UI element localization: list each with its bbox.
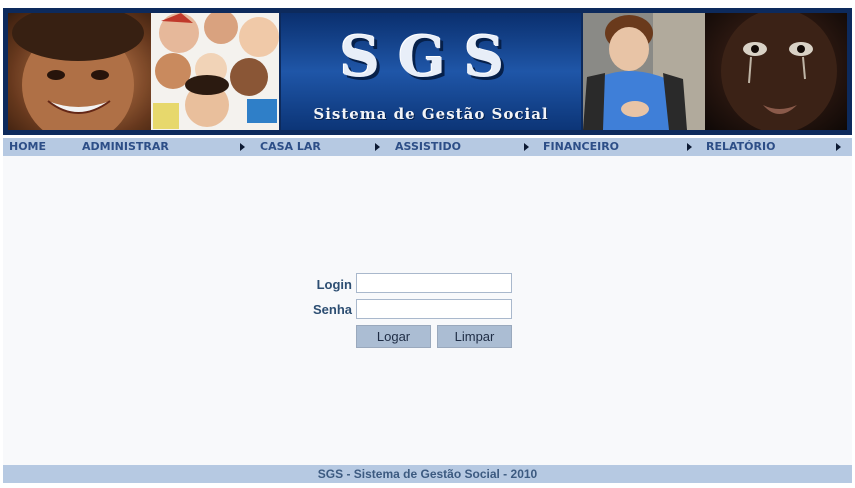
- menu-item-relatorio[interactable]: RELATÓRIO: [706, 138, 775, 156]
- photo-boy-with-backpack: [583, 13, 705, 130]
- footer: SGS - Sistema de Gestão Social - 2010: [3, 465, 852, 483]
- password-input[interactable]: [356, 299, 512, 319]
- menu-item-administrar[interactable]: ADMINISTRAR: [82, 138, 169, 156]
- submenu-arrow-icon[interactable]: [240, 143, 245, 151]
- submenu-arrow-icon[interactable]: [687, 143, 692, 151]
- logo-subtitle: Sistema de Gestão Social: [313, 105, 549, 123]
- submenu-arrow-icon[interactable]: [524, 143, 529, 151]
- photo-group-of-kids: [151, 13, 279, 130]
- main-menu-bar: HOME ADMINISTRAR CASA LAR ASSISTIDO FINA…: [3, 138, 852, 156]
- logo-text: SGS: [339, 24, 523, 90]
- menu-item-assistido[interactable]: ASSISTIDO: [395, 138, 461, 156]
- login-button[interactable]: Logar: [356, 325, 431, 348]
- header-banner: SGS Sistema de Gestão Social: [3, 8, 852, 135]
- banner-logo-area: SGS Sistema de Gestão Social: [281, 13, 581, 130]
- clear-button[interactable]: Limpar: [437, 325, 512, 348]
- photo-crying-child: [705, 13, 847, 130]
- submenu-arrow-icon[interactable]: [375, 143, 380, 151]
- submenu-arrow-icon[interactable]: [836, 143, 841, 151]
- page: SGS Sistema de Gestão Social HOME ADMINI…: [0, 0, 855, 488]
- login-input[interactable]: [356, 273, 512, 293]
- main-content: Login Senha Logar Limpar: [3, 156, 852, 465]
- menu-item-casa-lar[interactable]: CASA LAR: [260, 138, 321, 156]
- login-label: Login: [316, 277, 352, 292]
- menu-item-financeiro[interactable]: FINANCEIRO: [543, 138, 619, 156]
- password-label: Senha: [312, 302, 352, 317]
- photo-smiling-child: [8, 13, 151, 130]
- menu-item-home[interactable]: HOME: [9, 138, 46, 156]
